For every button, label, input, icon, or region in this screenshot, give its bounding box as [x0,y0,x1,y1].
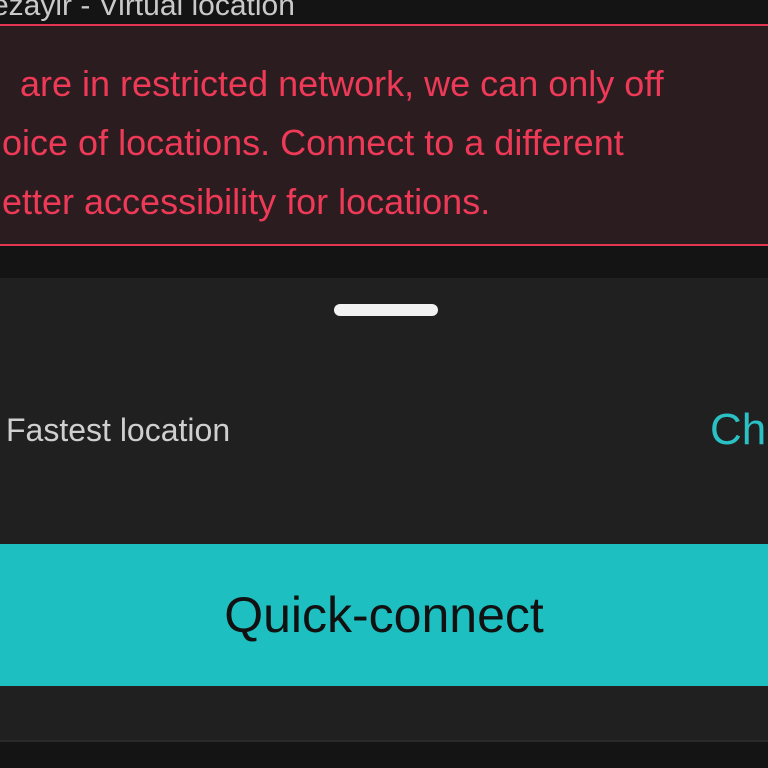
app-screen: ezayir - Virtual location are in restric… [0,0,768,768]
quick-connect-button[interactable]: Quick-connect [0,544,768,686]
restricted-network-warning: are in restricted network, we can only o… [0,24,768,246]
warning-message: are in restricted network, we can only o… [0,54,768,231]
warning-line-2: oice of locations. Connect to a differen… [2,122,624,163]
warning-line-1: are in restricted network, we can only o… [10,63,664,104]
warning-line-3: etter accessibility for locations. [2,181,491,222]
change-location-link[interactable]: Ch [710,406,766,454]
drag-handle[interactable] [334,304,438,316]
page-title: ezayir - Virtual location [0,0,295,22]
bottom-nav-edge [0,740,768,768]
bottom-sheet: Fastest location Ch Quick-connect [0,278,768,740]
divider [0,248,768,278]
selected-location-label: Fastest location [6,412,231,448]
